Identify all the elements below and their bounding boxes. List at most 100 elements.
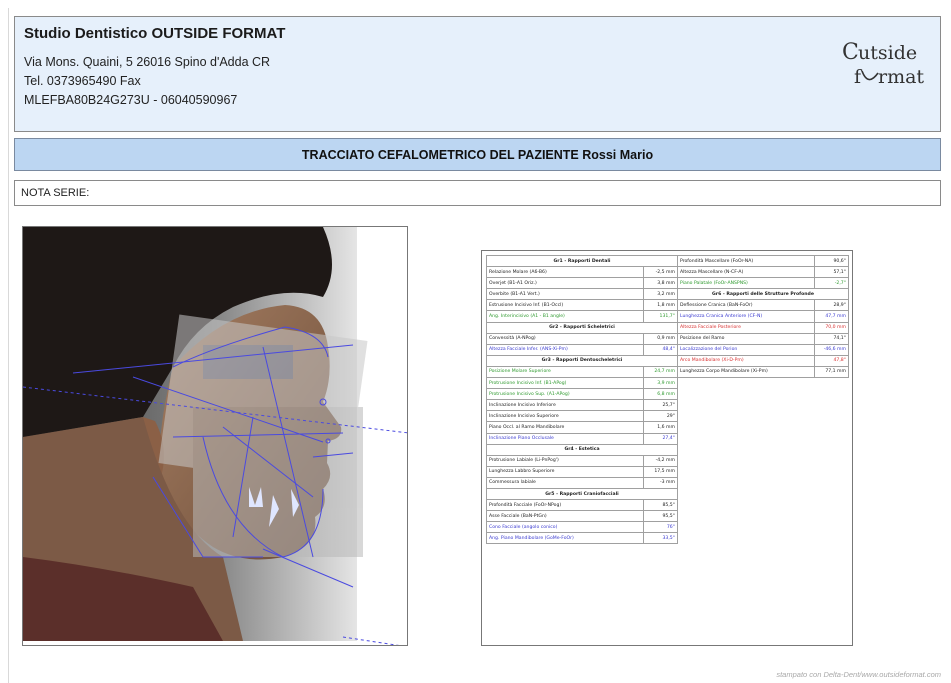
print-footer: stampato con Delta-Dent/www.outsideforma… (776, 670, 941, 679)
measurement-value: 29° (643, 410, 678, 423)
measurement-value: 70,0 mm (814, 321, 849, 334)
measurement-value: 25,7° (643, 399, 678, 412)
measurement-value: 17,5 mm (643, 465, 678, 478)
measurement-value: -2,5 mm (643, 266, 678, 279)
table-row: Posizione Molare Superiore 24,7 mm (486, 365, 678, 379)
measurement-label: Inclinazione Incisivo Superiore (486, 410, 644, 423)
measurement-label: Inclinazione Incisivo Inferiore (486, 399, 644, 412)
studio-name: Studio Dentistico OUTSIDE FORMAT (24, 25, 286, 42)
measurement-value: 57,1° (814, 266, 849, 279)
table-row: Inclinazione Piano Occlusale 27,4° (486, 432, 678, 445)
measurement-value: 24,7 mm (643, 365, 678, 379)
table-group-header: Gr5 - Rapporti Craniofacciali (486, 487, 678, 501)
cephalometric-table: Gr1 - Rapporti Dentali Relazione Molare (… (481, 250, 853, 646)
measurement-label: Ang. Piano Mandibolare (GoMe-FoOr) (486, 532, 644, 545)
table-group-header: Gr1 - Rapporti Dentali (486, 254, 678, 268)
studio-phone: Tel. 0373965490 Fax (24, 74, 141, 88)
measurement-value: 47,8° (814, 354, 849, 367)
group-title: Gr2 - Rapporti Scheletrici (486, 321, 678, 334)
measurement-value: 1,8 mm (643, 299, 678, 312)
measurement-label: Ang. Interincisivo (A1 - B1 angle) (486, 310, 644, 323)
table-row: Localizzazione del Porion -46,6 mm (677, 343, 849, 356)
measurement-label: Lunghezza Labbro Superiore (486, 465, 644, 478)
measurement-value: -46,6 mm (814, 343, 849, 356)
group-title: Gr3 - Rapporti Dentoscheletrici (486, 354, 678, 367)
table-row: Overjet (B1-A1 Oriz.) 3,8 mm (486, 277, 678, 290)
group-title: Gr1 - Rapporti Dentali (486, 254, 678, 268)
table-row: Ang. Interincisivo (A1 - B1 angle) 131,7° (486, 310, 678, 323)
measurement-value: -2,7° (814, 277, 849, 290)
table-row: Protrusione Labiale (Li-PnPog') -4,2 mm (486, 454, 678, 467)
measurement-label: Posizione del Ramo (677, 332, 815, 345)
measurement-value: 74,1° (814, 332, 849, 345)
measurement-label: Piano Palatale (FoOr-ANSPNS) (677, 277, 815, 290)
measurement-label: Relazione Molare (A6-B6) (486, 266, 644, 279)
series-note: NOTA SERIE: (14, 180, 941, 206)
table-row: Lunghezza Corpo Mandibolare (Xi-Pm) 77,1 … (677, 365, 849, 379)
studio-tax-code: MLEFBA80B24G273U - 06040590967 (24, 93, 238, 107)
measurement-value: 90,6° (814, 254, 849, 268)
measurement-value: 76° (643, 521, 678, 534)
table-row: Piano Palatale (FoOr-ANSPNS) -2,7° (677, 277, 849, 290)
cephalometric-tracing (23, 227, 407, 645)
measurement-label: Protrusione Labiale (Li-PnPog') (486, 454, 644, 467)
table-group-header: Gr6 - Rapporti delle Strutture Profonde (677, 288, 849, 301)
measurement-value: 77,1 mm (814, 365, 849, 379)
table-row: Altezza Mascellare (N-CF-A) 57,1° (677, 266, 849, 279)
measurement-label: Estrusione Incisivo Inf. (B1-Occl) (486, 299, 644, 312)
table-row: Deflessione Cranica (BaN-FoOr) 28,9° (677, 299, 849, 312)
table-row: Protrusione Incisivo Sup. (A1-APog) 6,8 m… (486, 388, 678, 401)
cephalometric-image (22, 226, 408, 646)
measurement-value: 1,6 mm (643, 421, 678, 434)
measurement-label: Altezza Facciale Infer. (ANS-Xi-Pm) (486, 343, 644, 356)
table-row: Lunghezza Labbro Superiore 17,5 mm (486, 465, 678, 478)
table-row: Lunghezza Cranica Anteriore (CF-N) 47,7 m… (677, 310, 849, 323)
svg-text:rmat: rmat (878, 66, 924, 88)
table-row: Relazione Molare (A6-B6) -2,5 mm (486, 266, 678, 279)
report-title: TRACCIATO CEFALOMETRICO DEL PAZIENTE Ros… (14, 138, 941, 171)
group-title: Gr4 - Estetica (486, 443, 678, 456)
measurement-label: Protrusione Incisivo Sup. (A1-APog) (486, 388, 644, 401)
measurement-label: Localizzazione del Porion (677, 343, 815, 356)
table-row: Profondità Mascellare (FoOr-NA) 90,6° (677, 254, 849, 268)
measurement-value: 27,4° (643, 432, 678, 445)
measurement-value: 3,9 mm (643, 377, 678, 390)
clinic-header: Studio Dentistico OUTSIDE FORMAT Via Mon… (14, 16, 941, 132)
table-row: Asse Facciale (BaN-PtGn) 95,5° (486, 510, 678, 523)
measurement-value: 3,2 mm (643, 288, 678, 301)
table-group-header: Gr4 - Estetica (486, 443, 678, 456)
measurement-label: Commessura labiale (486, 476, 644, 489)
table-row: Inclinazione Incisivo Inferiore 25,7° (486, 399, 678, 412)
table-group-header: Gr2 - Rapporti Scheletrici (486, 321, 678, 334)
table-row: Convessità (A-NPog) 0,9 mm (486, 332, 678, 345)
measurement-value: 131,7° (643, 310, 678, 323)
measurement-label: Convessità (A-NPog) (486, 332, 644, 345)
table-right-column: Profondità Mascellare (FoOr-NA) 90,6° Alte… (677, 254, 849, 379)
table-row: Posizione del Ramo 74,1° (677, 332, 849, 345)
measurement-value: 33,5° (643, 532, 678, 545)
measurement-value: 85,5° (643, 499, 678, 512)
table-row: Overbite (B1-A1 Vert.) 3,2 mm (486, 288, 678, 301)
table-row: Profondità Facciale (FoOr-NPog) 85,5° (486, 499, 678, 512)
measurement-label: Profondità Facciale (FoOr-NPog) (486, 499, 644, 512)
studio-address: Via Mons. Quaini, 5 26016 Spino d'Adda C… (24, 55, 271, 69)
measurement-label: Overjet (B1-A1 Oriz.) (486, 277, 644, 290)
measurement-label: Lunghezza Cranica Anteriore (CF-N) (677, 310, 815, 323)
table-row: Cono Facciale (angolo conico) 76° (486, 521, 678, 534)
measurement-value: 3,8 mm (643, 277, 678, 290)
table-left-column: Gr1 - Rapporti Dentali Relazione Molare (… (486, 254, 678, 545)
measurement-value: -4,2 mm (643, 454, 678, 467)
measurement-label: Piano Occl. al Ramo Mandibolare (486, 421, 644, 434)
svg-text:C: C (842, 40, 859, 65)
measurement-label: Cono Facciale (angolo conico) (486, 521, 644, 534)
measurements-table-left: Gr1 - Rapporti Dentali Relazione Molare (… (486, 254, 678, 545)
series-note-label: NOTA SERIE: (21, 187, 90, 199)
table-row: Piano Occl. al Ramo Mandibolare 1,6 mm (486, 421, 678, 434)
measurement-label: Protrusione Incisivo Inf. (B1-APog) (486, 377, 644, 390)
table-row: Arco Mandibolare (Xi-D-Pm) 47,8° (677, 354, 849, 367)
table-row: Altezza Facciale Posteriore 70,0 mm (677, 321, 849, 334)
measurement-label: Altezza Facciale Posteriore (677, 321, 815, 334)
measurement-value: -3 mm (643, 476, 678, 489)
outside-format-logo: C utside f rmat (838, 35, 934, 91)
measurement-value: 95,5° (643, 510, 678, 523)
